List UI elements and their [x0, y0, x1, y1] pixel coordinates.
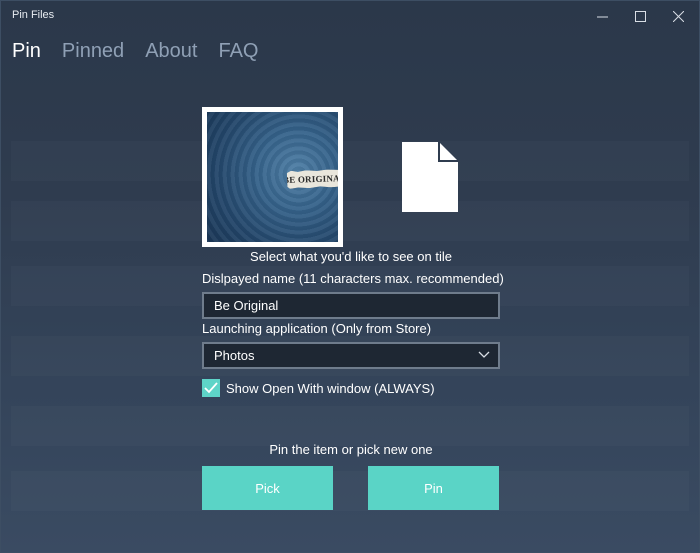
background-band — [11, 471, 689, 511]
maximize-icon — [634, 10, 646, 22]
tile-image-preview: BE ORIGINAL — [207, 112, 338, 242]
pick-button[interactable]: Pick — [202, 466, 333, 510]
app-window: Pin Files Pin Pinned About FAQ BE ORIGIN… — [0, 0, 700, 553]
open-with-checkbox[interactable] — [202, 379, 220, 397]
close-button[interactable] — [655, 1, 699, 31]
tab-pinned[interactable]: Pinned — [62, 37, 124, 65]
app-label: Launching application (Only from Store) — [202, 321, 432, 336]
close-icon — [672, 10, 684, 22]
minimize-icon — [596, 16, 608, 17]
display-name-value: Be Original — [214, 298, 279, 313]
name-label: Dislpayed name (11 characters max. recom… — [202, 271, 504, 286]
window-title: Pin Files — [12, 9, 55, 21]
be-original-paper: BE ORIGINAL — [287, 169, 338, 189]
chevron-down-icon — [478, 351, 490, 358]
action-prompt: Pin the item or pick new one — [269, 442, 433, 457]
tab-pin[interactable]: Pin — [12, 37, 41, 65]
tile-caption: Select what you'd like to see on tile — [250, 249, 452, 264]
title-bar: Pin Files — [1, 1, 699, 31]
open-with-label: Show Open With window (ALWAYS) — [226, 381, 435, 396]
pin-button[interactable]: Pin — [368, 466, 499, 510]
background-band — [11, 201, 689, 241]
checkmark-icon — [204, 382, 218, 394]
tile-image-text: BE ORIGINAL — [282, 172, 338, 186]
display-name-input[interactable]: Be Original — [202, 292, 500, 319]
document-icon[interactable] — [401, 141, 459, 213]
background-band — [11, 141, 689, 181]
tab-about[interactable]: About — [145, 37, 197, 65]
launching-app-value: Photos — [214, 348, 255, 363]
launching-app-dropdown[interactable]: Photos — [202, 342, 500, 369]
tab-faq[interactable]: FAQ — [218, 37, 258, 65]
background-band — [11, 406, 689, 446]
tile-image-option[interactable]: BE ORIGINAL — [202, 107, 343, 247]
nav-tabs: Pin Pinned About FAQ — [12, 37, 279, 65]
